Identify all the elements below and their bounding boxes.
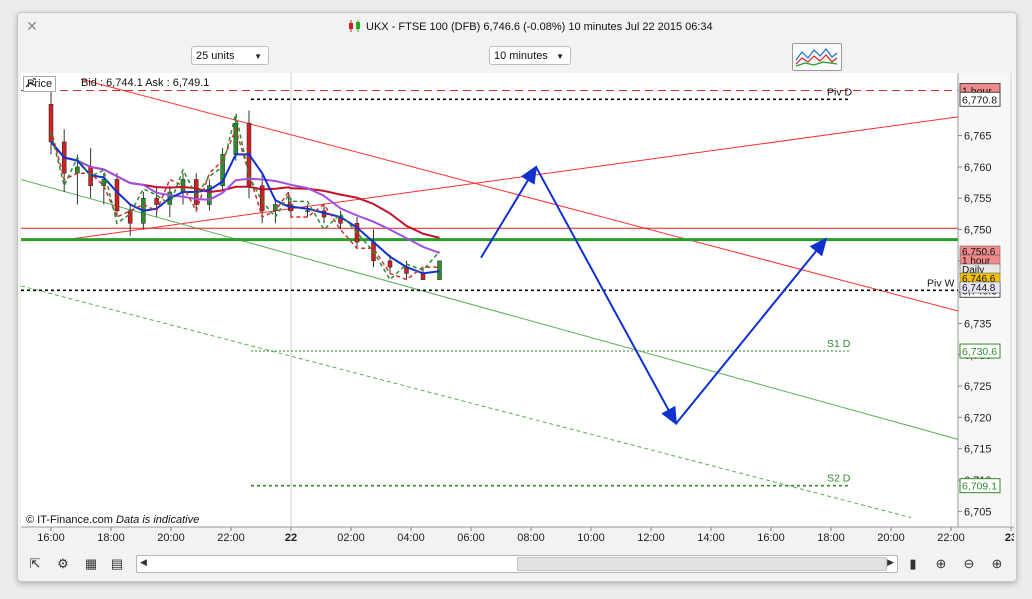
chart-window: ✕ UKX - FTSE 100 (DFB) 6,746.6 (-0.08%) …: [17, 12, 1017, 582]
x-tick-label: 02:00: [337, 532, 365, 544]
scrollbar-thumb[interactable]: [517, 557, 887, 571]
level-name: S1 D: [827, 338, 851, 350]
candlestick-icon: [349, 20, 360, 32]
time-scrollbar[interactable]: ◀ ▶: [136, 555, 898, 573]
indicators-icon: [795, 48, 838, 67]
calculator-icon[interactable]: ▦: [82, 555, 100, 573]
y-tick-label: 6,735: [964, 318, 992, 330]
cursor-icon[interactable]: ⇱: [26, 555, 44, 573]
x-tick-label: 10:00: [577, 532, 605, 544]
y-tick-label: 6,765: [964, 131, 992, 143]
wrench-icon: [25, 78, 36, 88]
units-select-value: 25 units: [196, 50, 235, 62]
x-tick-label: 04:00: [397, 532, 425, 544]
level-price-label: 6,770.8: [962, 94, 997, 106]
data-indicative-note: Data is indicative: [116, 514, 200, 526]
indicators-button[interactable]: [792, 43, 842, 71]
window-title: UKX - FTSE 100 (DFB) 6,746.6 (-0.08%) 10…: [348, 20, 768, 33]
zoom-in-icon[interactable]: ⊕: [988, 555, 1006, 573]
scroll-right-icon[interactable]: ▶: [887, 557, 894, 568]
units-select[interactable]: 25 units ▼: [191, 46, 269, 65]
x-tick-label: 14:00: [697, 532, 725, 544]
x-tick-label: 16:00: [757, 532, 785, 544]
x-tick-label: 20:00: [157, 532, 185, 544]
candle-body: [114, 179, 120, 212]
chevron-down-icon: ▼: [254, 52, 262, 61]
title-bar: ✕ UKX - FTSE 100 (DFB) 6,746.6 (-0.08%) …: [18, 13, 1016, 41]
zoom-out-icon[interactable]: ⊖: [960, 555, 978, 573]
candle-body: [75, 166, 80, 174]
candle-body: [387, 260, 393, 268]
level-name: Piv W: [927, 277, 955, 289]
plot-background: [21, 73, 958, 527]
zoom-fit-icon[interactable]: ⊕: [932, 555, 950, 573]
x-tick-label: 18:00: [817, 532, 845, 544]
y-tick-label: 6,755: [964, 193, 992, 205]
y-tick-label: 6,720: [964, 412, 992, 424]
copyright-brand: © IT-Finance.com: [26, 514, 113, 526]
y-tick-label: 6,705: [964, 506, 992, 518]
x-tick-label: 23: [1005, 532, 1014, 544]
bottom-toolbar: ⇱ ⚙ ▦ ▤ ◀ ▶ ▮ ⊕ ⊖ ⊕: [18, 547, 1016, 579]
y-tick-label: 6,750: [964, 225, 992, 237]
candles-icon[interactable]: ▮: [904, 555, 922, 573]
copyright-note: © IT-Finance.com Data is indicative: [26, 514, 199, 526]
scroll-left-icon[interactable]: ◀: [140, 557, 147, 568]
y-tick-label: 6,725: [964, 381, 992, 393]
x-tick-label: 18:00: [97, 532, 125, 544]
level-name: S2 D: [827, 473, 851, 485]
level-price-label: 6,730.6: [962, 346, 997, 358]
level-name: Piv D: [827, 86, 853, 98]
x-tick-label: 22:00: [937, 532, 965, 544]
level-price-label: 6,709.1: [962, 481, 997, 493]
x-tick-label: 20:00: [877, 532, 905, 544]
window-title-text: UKX - FTSE 100 (DFB) 6,746.6 (-0.08%) 10…: [366, 21, 713, 33]
close-icon[interactable]: ✕: [25, 19, 39, 33]
interval-select[interactable]: 10 minutes ▼: [489, 46, 571, 65]
x-tick-label: 08:00: [517, 532, 545, 544]
x-tick-label: 22:00: [217, 532, 245, 544]
candle-body: [305, 210, 310, 213]
chevron-down-icon: ▼: [556, 52, 564, 61]
chart-area: 16:00 18:00 20:00 22:00 22 02:00 04:00 06:00 08:…: [21, 73, 1014, 546]
bid-ask-readout: Bid : 6,744.1 Ask : 6,749.1: [81, 77, 210, 89]
interval-select-value: 10 minutes: [494, 50, 548, 62]
y-tick-label: 6,760: [964, 162, 992, 174]
x-tick-label: 16:00: [37, 532, 65, 544]
settings-dropdown-icon[interactable]: ⚙: [54, 555, 72, 573]
grid-icon[interactable]: ▤: [108, 555, 126, 573]
right-label: 6,744.8: [962, 283, 996, 294]
candle-body: [437, 260, 442, 280]
x-tick-label: 22: [285, 532, 297, 544]
price-button[interactable]: Price: [23, 76, 57, 92]
x-tick-label: 06:00: [457, 532, 485, 544]
toolbar: 25 units ▼ 10 minutes ▼: [18, 43, 1016, 73]
price-chart: 16:00 18:00 20:00 22:00 22 02:00 04:00 06:00 08:…: [21, 73, 1014, 544]
candle-body: [154, 197, 159, 205]
x-tick-label: 12:00: [637, 532, 665, 544]
y-tick-label: 6,715: [964, 444, 992, 456]
